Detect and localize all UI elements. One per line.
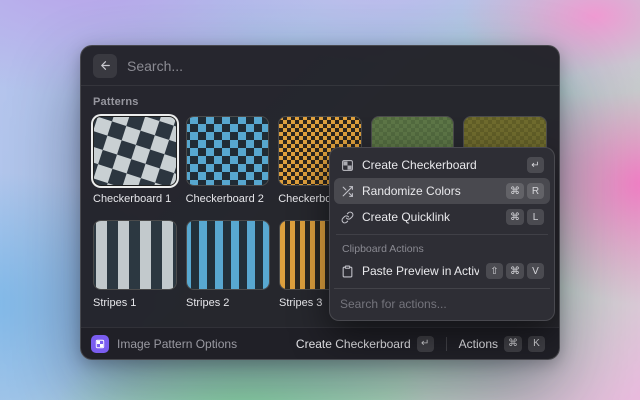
footer-actions: Create Checkerboard ↵ Actions ⌘ K bbox=[292, 333, 549, 355]
footer-app-info: Image Pattern Options bbox=[91, 335, 237, 353]
menu-item-label: Create Checkerboard bbox=[362, 158, 520, 172]
stripes-pattern bbox=[93, 220, 177, 290]
primary-action-label: Create Checkerboard bbox=[296, 337, 411, 351]
pattern-thumbnail-checkerboard-1[interactable] bbox=[93, 116, 177, 186]
stripes-pattern bbox=[186, 220, 270, 290]
menu-item-shortcut: ⇧⌘V bbox=[486, 263, 544, 279]
pattern-item[interactable]: Checkerboard 1 bbox=[93, 116, 177, 206]
menu-item-shortcut: ⌘L bbox=[506, 209, 544, 225]
key-shift: ⇧ bbox=[486, 263, 503, 279]
pattern-label: Stripes 1 bbox=[93, 297, 177, 310]
footer-divider bbox=[446, 337, 447, 351]
extension-icon bbox=[91, 335, 109, 353]
actions-button[interactable]: Actions ⌘ K bbox=[455, 333, 549, 355]
back-button[interactable] bbox=[93, 54, 117, 78]
menu-item-label: Randomize Colors bbox=[362, 184, 499, 198]
menu-item-shortcut: ↵ bbox=[527, 157, 544, 173]
key-l: L bbox=[527, 209, 544, 225]
menu-item-create-quicklink[interactable]: Create Quicklink ⌘L bbox=[334, 204, 550, 230]
pattern-item[interactable]: Checkerboard 2 bbox=[186, 116, 270, 206]
primary-action-button[interactable]: Create Checkerboard ↵ bbox=[292, 333, 438, 355]
checkerboard-pattern bbox=[186, 116, 270, 186]
checkerboard-pattern bbox=[93, 116, 177, 186]
menu-item-shortcut: ⌘R bbox=[506, 183, 544, 199]
key-cmd: ⌘ bbox=[506, 209, 524, 225]
menu-item-label: Paste Preview in Active App bbox=[362, 264, 479, 278]
shuffle-icon bbox=[340, 184, 355, 199]
actions-menu-popup: Create Checkerboard ↵ Randomize Colors ⌘… bbox=[329, 147, 555, 321]
key-return: ↵ bbox=[417, 336, 434, 352]
pattern-label: Checkerboard 2 bbox=[186, 193, 270, 206]
pattern-item[interactable]: Stripes 2 bbox=[186, 220, 270, 310]
menu-item-randomize-colors[interactable]: Randomize Colors ⌘R bbox=[334, 178, 550, 204]
section-title-patterns: Patterns bbox=[93, 96, 547, 108]
pattern-thumbnail-checkerboard-2[interactable] bbox=[186, 116, 270, 186]
key-cmd: ⌘ bbox=[504, 336, 522, 352]
key-r: R bbox=[527, 183, 544, 199]
actions-search-input[interactable] bbox=[340, 297, 544, 311]
footer-app-label: Image Pattern Options bbox=[117, 337, 237, 351]
actions-button-label: Actions bbox=[459, 337, 498, 351]
pattern-item[interactable]: Stripes 1 bbox=[93, 220, 177, 310]
key-cmd: ⌘ bbox=[506, 183, 524, 199]
search-input[interactable] bbox=[127, 58, 547, 74]
pattern-label: Stripes 2 bbox=[186, 297, 270, 310]
arrow-left-icon bbox=[99, 59, 112, 72]
launcher-window: Patterns Checkerboard 1 Checkerboard 2 C… bbox=[80, 45, 560, 360]
pattern-thumbnail-stripes-1[interactable] bbox=[93, 220, 177, 290]
key-k: K bbox=[528, 336, 545, 352]
checkerboard-icon bbox=[340, 158, 355, 173]
footer-bar: Image Pattern Options Create Checkerboar… bbox=[81, 327, 559, 359]
desktop-background: Patterns Checkerboard 1 Checkerboard 2 C… bbox=[0, 0, 640, 400]
menu-section-clipboard-actions: Clipboard Actions bbox=[334, 239, 550, 258]
pattern-label: Checkerboard 1 bbox=[93, 193, 177, 206]
clipboard-icon bbox=[340, 264, 355, 279]
menu-item-create-checkerboard[interactable]: Create Checkerboard ↵ bbox=[334, 152, 550, 178]
menu-item-label: Create Quicklink bbox=[362, 210, 499, 224]
key-return: ↵ bbox=[527, 157, 544, 173]
pattern-thumbnail-stripes-2[interactable] bbox=[186, 220, 270, 290]
menu-divider bbox=[336, 234, 548, 235]
key-cmd: ⌘ bbox=[506, 263, 524, 279]
key-v: V bbox=[527, 263, 544, 279]
actions-search-bar bbox=[334, 288, 550, 316]
menu-item-paste-preview[interactable]: Paste Preview in Active App ⇧⌘V bbox=[334, 258, 550, 284]
search-bar bbox=[81, 46, 559, 86]
link-icon bbox=[340, 210, 355, 225]
